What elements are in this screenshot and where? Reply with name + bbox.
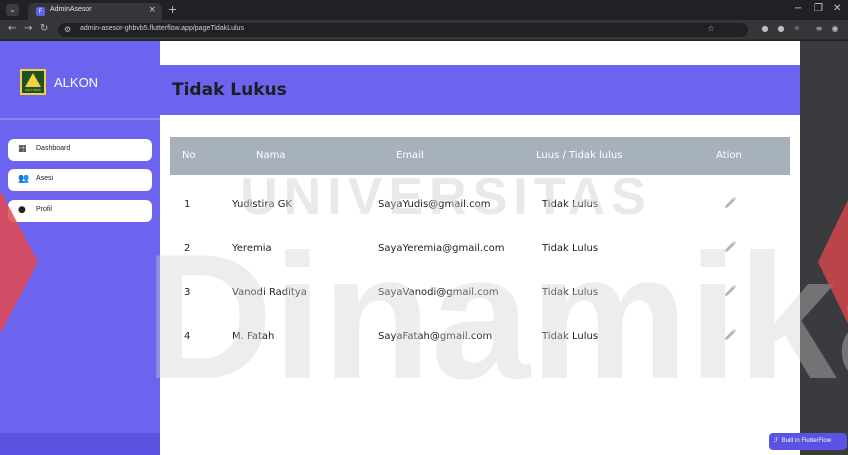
profile-icon[interactable]: ◉ xyxy=(830,24,840,34)
cell-email: SayaVanodi@gmail.com xyxy=(378,287,499,298)
cell-status: Tidak Lulus xyxy=(542,287,599,298)
extensions-puzzle-icon[interactable]: ✧ xyxy=(792,24,802,34)
edit-pencil-icon[interactable] xyxy=(722,195,738,211)
header-status: Luus / Tidak lulus xyxy=(536,150,623,161)
page-header: Tidak Lukus xyxy=(160,65,800,115)
tab-close-icon[interactable]: × xyxy=(148,5,156,15)
dashboard-icon: ▦ xyxy=(18,144,27,154)
cell-nama: Yudistira GK xyxy=(232,199,293,210)
back-arrow-icon[interactable]: ← xyxy=(8,23,16,34)
cell-no: 4 xyxy=(184,331,191,342)
sidebar-item-label: Dashboard xyxy=(36,145,71,152)
cell-no: 2 xyxy=(184,243,191,254)
header-nama: Nama xyxy=(256,150,286,161)
sidebar-item-label: Profil xyxy=(36,206,52,213)
cell-nama: Yeremia xyxy=(232,243,272,254)
page-title: Tidak Lukus xyxy=(172,80,287,100)
table-header: No Nama Email Luus / Tidak lulus Ation xyxy=(170,137,790,175)
table-row: 2 Yeremia SayaYeremia@gmail.com Tidak Lu… xyxy=(170,229,790,273)
forward-arrow-icon[interactable]: → xyxy=(24,23,32,34)
cell-status: Tidak Lulus xyxy=(542,199,599,210)
url-text[interactable]: admin-asesor-ghbvb5.flutterflow.app/page… xyxy=(80,25,244,32)
bookmark-star-icon[interactable]: ☆ xyxy=(706,24,716,34)
flutterflow-favicon-icon: F xyxy=(36,7,45,16)
sidebar-footer xyxy=(0,433,160,455)
browser-toolbar: ← → ↻ ⚙ admin-asesor-ghbvb5.flutterflow.… xyxy=(0,20,848,40)
table-row: 1 Yudistira GK SayaYudis@gmail.com Tidak… xyxy=(170,185,790,229)
new-tab-button[interactable]: + xyxy=(168,3,177,16)
close-window-button[interactable]: ✕ xyxy=(833,3,841,14)
flutterflow-logo-icon: ℱ xyxy=(774,438,779,444)
cell-status: Tidak Lulus xyxy=(542,243,599,254)
sidebar-item-label: Asesi xyxy=(36,175,54,182)
lsp-logo-icon: LSP-TUKOU xyxy=(20,69,46,95)
brand: LSP-TUKOU ALKON xyxy=(0,55,160,115)
browser-tabbar: ⌄ F AdminAsesor × + − ❐ ✕ xyxy=(0,0,848,20)
cell-nama: M. Fatah xyxy=(232,331,275,342)
brand-name: ALKON xyxy=(54,75,99,90)
sidebar-item-asesi[interactable]: 👥 Asesi xyxy=(8,169,152,191)
tab-title: AdminAsesor xyxy=(50,6,92,13)
sidebar-item-dashboard[interactable]: ▦ Dashboard xyxy=(8,139,152,161)
cell-email: SayaYeremia@gmail.com xyxy=(378,243,505,254)
extension-icon[interactable]: ● xyxy=(760,24,770,34)
app-root: LSP-TUKOU ALKON ▦ Dashboard 👥 Asesi ● Pr… xyxy=(0,41,848,455)
extension-color-icon[interactable]: ● xyxy=(776,24,786,34)
browser-tab[interactable]: F AdminAsesor × xyxy=(28,3,162,20)
sidebar-item-profil[interactable]: ● Profil xyxy=(8,200,152,222)
person-icon: ● xyxy=(18,205,26,215)
maximize-button[interactable]: ❐ xyxy=(814,3,823,14)
cell-email: SayaFatah@gmail.com xyxy=(378,331,493,342)
minimize-button[interactable]: − xyxy=(794,3,802,14)
table-row: 4 M. Fatah SayaFatah@gmail.com Tidak Lul… xyxy=(170,317,790,361)
site-info-icon[interactable]: ⚙ xyxy=(64,25,74,35)
header-email: Email xyxy=(396,150,424,161)
cell-no: 3 xyxy=(184,287,191,298)
built-in-flutterflow-badge[interactable]: ℱ Built in FlutterFlow xyxy=(769,433,847,450)
cell-nama: Vanodi Raditya xyxy=(232,287,307,298)
right-gutter xyxy=(800,41,848,455)
cell-status: Tidak Lulus xyxy=(542,331,599,342)
top-strip xyxy=(160,41,800,65)
sidebar-divider xyxy=(0,118,160,120)
edit-pencil-icon[interactable] xyxy=(722,239,738,255)
people-icon: 👥 xyxy=(18,174,30,184)
cell-email: SayaYudis@gmail.com xyxy=(378,199,491,210)
header-action: Ation xyxy=(716,150,742,161)
table-row: 3 Vanodi Raditya SayaVanodi@gmail.com Ti… xyxy=(170,273,790,317)
reload-icon[interactable]: ↻ xyxy=(40,23,48,34)
tab-search-button[interactable]: ⌄ xyxy=(6,4,19,16)
edit-pencil-icon[interactable] xyxy=(722,283,738,299)
cell-no: 1 xyxy=(184,199,191,210)
header-no: No xyxy=(182,150,196,161)
address-bar[interactable]: ⚙ admin-asesor-ghbvb5.flutterflow.app/pa… xyxy=(58,23,748,37)
edit-pencil-icon[interactable] xyxy=(722,327,738,343)
reading-list-icon[interactable]: ≡ xyxy=(814,24,824,34)
sidebar: LSP-TUKOU ALKON ▦ Dashboard 👥 Asesi ● Pr… xyxy=(0,41,160,455)
